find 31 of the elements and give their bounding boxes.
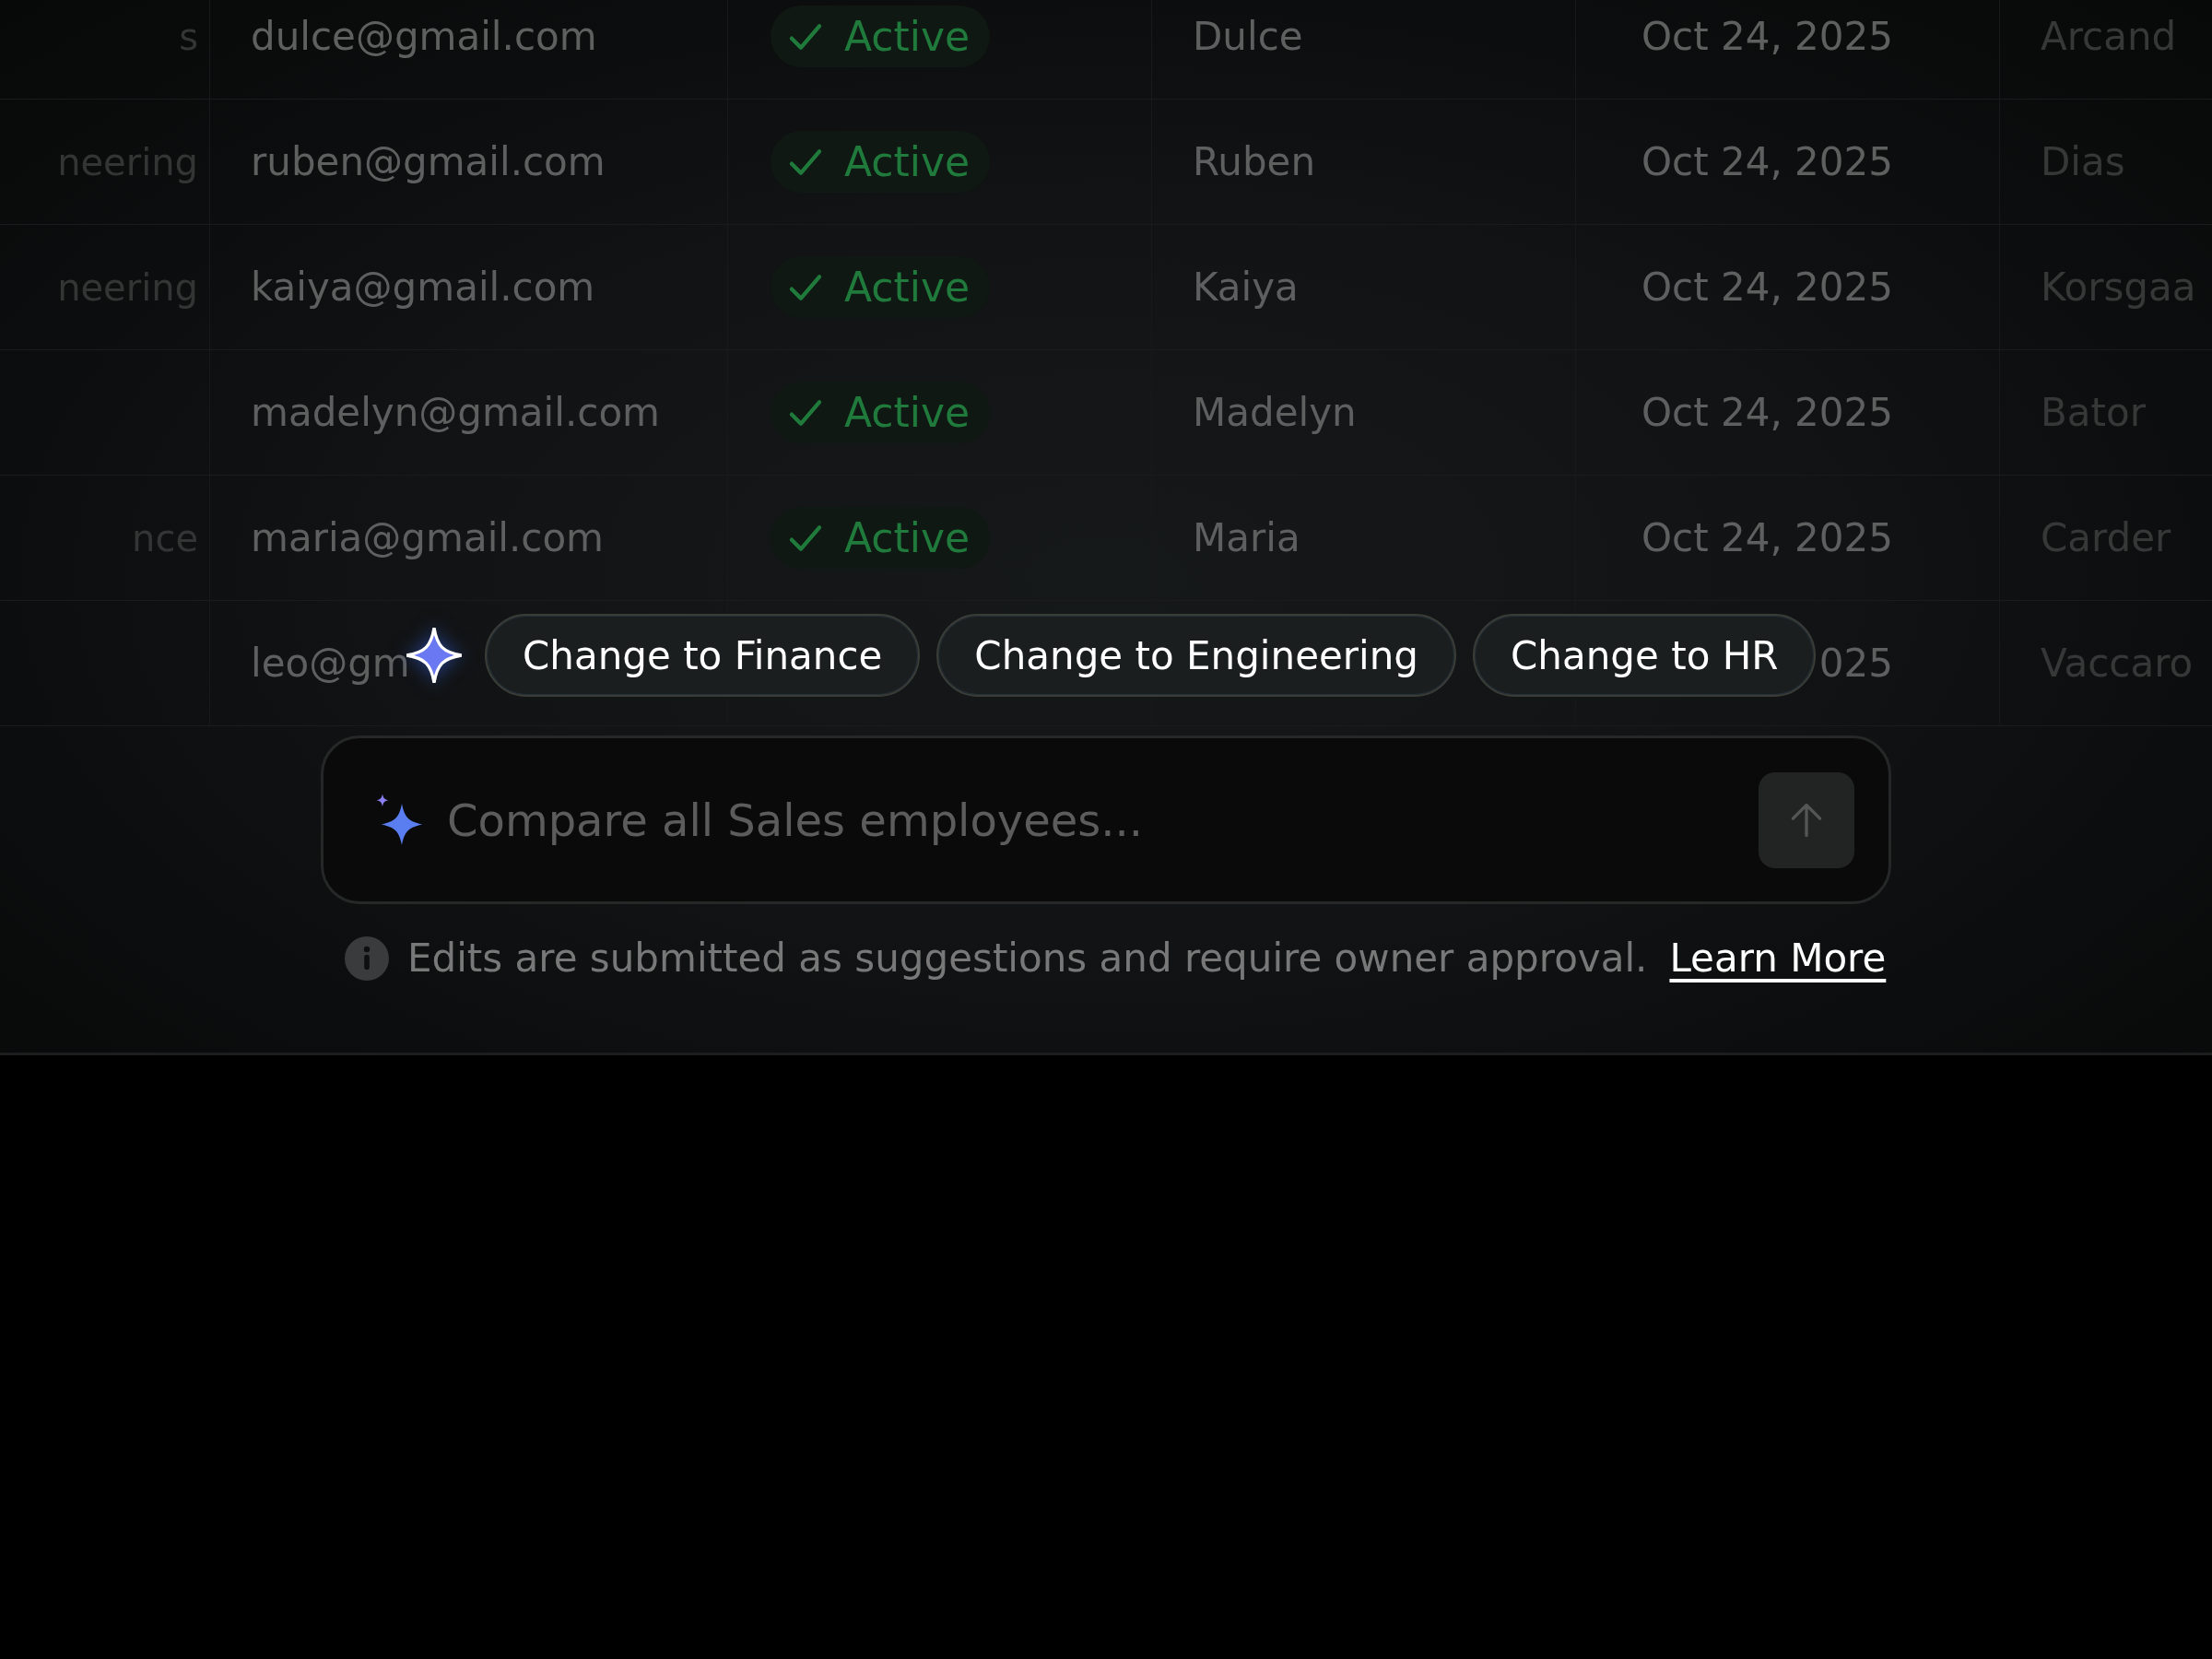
table-cell: Oct 24, 2025 [1641,265,1893,310]
table-cell: Kaiya [1193,265,1299,310]
table-cell: leo@gm [251,641,410,686]
status-badge: Active [771,256,991,318]
status-badge: Active [771,507,991,569]
send-button[interactable] [1759,771,1854,868]
status-badge: Active [771,131,991,193]
status-badge: Active [771,382,991,443]
table-cell: Oct 24, 2025 [1641,390,1893,435]
table-cell: Maria [1193,515,1300,560]
status-badge: Active [771,6,991,67]
notice-text: Edits are submitted as suggestions and require owner approval. [407,935,1648,981]
table-cell: maria@gmail.com [251,515,605,560]
table-cell: Oct 24, 2025 [1641,14,1893,59]
suggestion-chip[interactable]: Change to Finance [485,614,921,697]
learn-more-link[interactable]: Learn More [1669,935,1887,981]
prompt-input[interactable]: Compare all Sales employees... [445,793,1740,847]
prompt-field[interactable]: Compare all Sales employees... [321,735,1891,904]
table-cell: ruben@gmail.com [251,139,606,184]
table-cell: kaiya@gmail.com [251,265,595,310]
table-cell: Dulce [1193,14,1303,59]
table-cell: Madelyn [1193,390,1357,435]
table-cell: dulce@gmail.com [251,14,597,59]
table-cell: madelyn@gmail.com [251,390,660,435]
table-cell: Ruben [1193,139,1316,184]
info-icon [345,935,389,981]
table-cell: Oct 24, 2025 [1641,515,1893,560]
table-cell: 025 [1818,641,1893,686]
suggestion-chip[interactable]: Change to HR [1473,614,1817,697]
suggestion-chip[interactable]: Change to Engineering [936,614,1457,697]
table-cell: Oct 24, 2025 [1641,139,1893,184]
